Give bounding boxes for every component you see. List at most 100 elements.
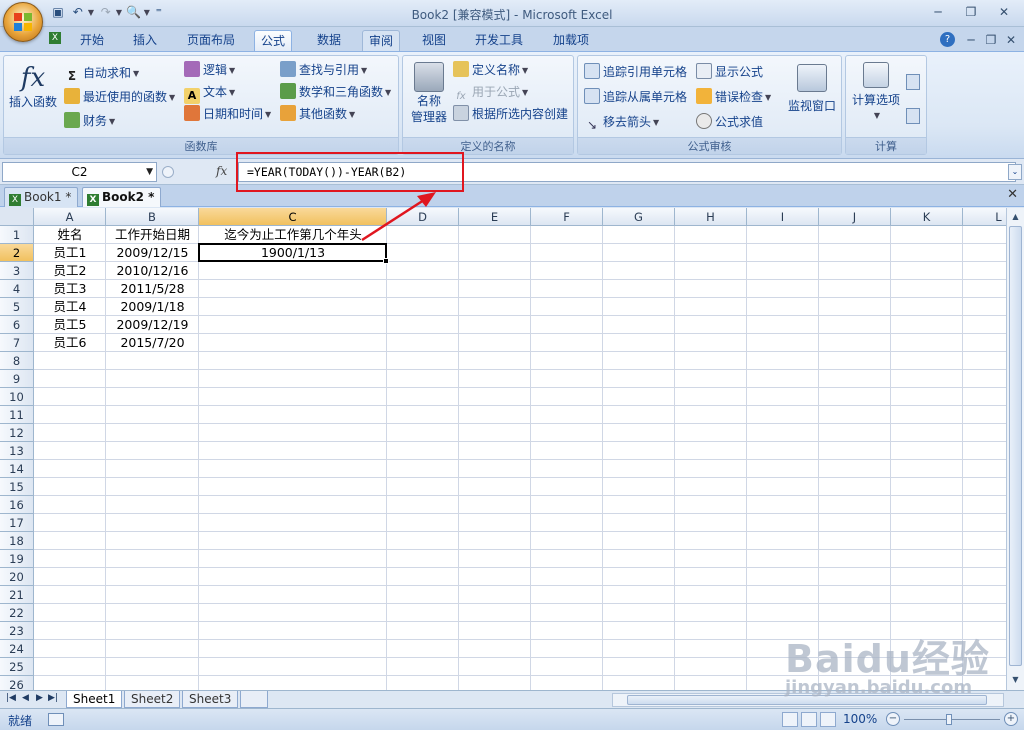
row-header-23[interactable]: 23 <box>0 622 34 640</box>
row-header-13[interactable]: 13 <box>0 442 34 460</box>
tab-view[interactable]: 视图 <box>416 30 452 51</box>
row-header-14[interactable]: 14 <box>0 460 34 478</box>
last-sheet-icon[interactable]: ▶| <box>48 693 58 703</box>
watch-window-button[interactable]: 监视窗口 <box>784 64 840 114</box>
column-header-h[interactable]: H <box>675 208 747 226</box>
recent-functions-button[interactable]: 最近使用的函数 ▼ <box>64 87 175 107</box>
cell-b3[interactable]: 2010/12/16 <box>106 262 199 280</box>
scroll-down-icon[interactable]: ▼ <box>1008 672 1023 687</box>
prev-sheet-icon[interactable]: ◀ <box>22 693 29 703</box>
cell-b5[interactable]: 2009/1/18 <box>106 298 199 316</box>
macro-record-icon[interactable] <box>48 713 64 726</box>
sheet-tab-sheet1[interactable]: Sheet1 <box>66 691 123 708</box>
datetime-button[interactable]: 日期和时间 ▼ <box>184 104 271 124</box>
cell-a2[interactable]: 员工1 <box>34 244 106 262</box>
wb-close-button[interactable]: ✕ <box>998 31 1024 49</box>
cell-a4[interactable]: 员工3 <box>34 280 106 298</box>
row-header-2[interactable]: 2 <box>0 244 34 262</box>
page-break-view-icon[interactable] <box>820 712 836 727</box>
row-header-16[interactable]: 16 <box>0 496 34 514</box>
restore-button[interactable]: ❐ <box>958 3 984 21</box>
row-header-24[interactable]: 24 <box>0 640 34 658</box>
row-header-18[interactable]: 18 <box>0 532 34 550</box>
column-header-b[interactable]: B <box>106 208 199 226</box>
row-header-20[interactable]: 20 <box>0 568 34 586</box>
page-layout-view-icon[interactable] <box>801 712 817 727</box>
insert-sheet-icon[interactable] <box>240 691 268 708</box>
header-cell-b1[interactable]: 工作开始日期 <box>106 226 199 244</box>
scroll-up-icon[interactable]: ▲ <box>1008 209 1023 224</box>
zoom-slider-thumb[interactable] <box>946 714 952 725</box>
cell-b7[interactable]: 2015/7/20 <box>106 334 199 352</box>
first-sheet-icon[interactable]: |◀ <box>6 693 16 703</box>
row-header-4[interactable]: 4 <box>0 280 34 298</box>
column-header-c[interactable]: C <box>199 208 387 226</box>
cell-b2[interactable]: 2009/12/15 <box>106 244 199 262</box>
expand-formula-icon[interactable]: ⌄ <box>1008 164 1022 180</box>
row-header-12[interactable]: 12 <box>0 424 34 442</box>
workbook-tab-book1[interactable]: X Book1 * <box>4 187 79 207</box>
vertical-scroll-thumb[interactable] <box>1009 226 1022 666</box>
row-header-7[interactable]: 7 <box>0 334 34 352</box>
tab-review[interactable]: 审阅 <box>362 30 401 51</box>
tab-home[interactable]: 开始 <box>74 30 110 51</box>
sheet-tab-sheet2[interactable]: Sheet2 <box>124 691 181 708</box>
row-header-9[interactable]: 9 <box>0 370 34 388</box>
use-in-formula-button[interactable]: fx 用于公式 ▼ <box>453 82 528 102</box>
column-header-a[interactable]: A <box>34 208 106 226</box>
row-header-19[interactable]: 19 <box>0 550 34 568</box>
text-button[interactable]: A 文本 ▼ <box>184 82 235 104</box>
math-trig-button[interactable]: 数学和三角函数 ▼ <box>280 82 391 102</box>
insert-function-icon[interactable]: fx <box>216 164 227 178</box>
name-box[interactable]: C2 ▼ <box>2 162 157 182</box>
row-header-15[interactable]: 15 <box>0 478 34 496</box>
lookup-button[interactable]: 查找与引用 ▼ <box>280 60 367 80</box>
create-from-selection-button[interactable]: 根据所选内容创建 <box>453 104 568 124</box>
zoom-level[interactable]: 100% <box>843 712 877 726</box>
insert-function-button[interactable]: fx 插入函数 <box>6 62 60 110</box>
trace-dependents-button[interactable]: 追踪从属单元格 <box>584 87 687 107</box>
column-header-f[interactable]: F <box>531 208 603 226</box>
more-functions-button[interactable]: 其他函数 ▼ <box>280 104 355 124</box>
zoom-out-icon[interactable]: − <box>886 712 900 726</box>
column-header-j[interactable]: J <box>819 208 891 226</box>
next-sheet-icon[interactable]: ▶ <box>36 693 43 703</box>
row-header-21[interactable]: 21 <box>0 586 34 604</box>
row-header-26[interactable]: 26 <box>0 676 34 690</box>
zoom-slider[interactable] <box>904 719 1000 720</box>
row-header-5[interactable]: 5 <box>0 298 34 316</box>
tab-data[interactable]: 数据 <box>311 30 347 51</box>
office-button[interactable] <box>3 2 43 42</box>
fill-handle[interactable] <box>383 258 389 264</box>
evaluate-formula-button[interactable]: 公式求值 <box>696 112 763 132</box>
tab-insert[interactable]: 插入 <box>127 30 163 51</box>
chevron-down-icon[interactable]: ▼ <box>146 163 153 181</box>
autosum-button[interactable]: Σ 自动求和 ▼ <box>64 63 139 83</box>
calculate-sheet-icon[interactable] <box>906 108 920 124</box>
column-header-k[interactable]: K <box>891 208 963 226</box>
row-header-6[interactable]: 6 <box>0 316 34 334</box>
row-header-22[interactable]: 22 <box>0 604 34 622</box>
calculation-options-button[interactable]: 计算选项 ▼ <box>848 62 904 124</box>
row-header-1[interactable]: 1 <box>0 226 34 244</box>
logical-button[interactable]: 逻辑 ▼ <box>184 60 235 80</box>
column-header-g[interactable]: G <box>603 208 675 226</box>
name-manager-button[interactable]: 名称 管理器 <box>407 62 451 125</box>
tab-developer[interactable]: 开发工具 <box>469 30 529 51</box>
row-header-11[interactable]: 11 <box>0 406 34 424</box>
row-header-25[interactable]: 25 <box>0 658 34 676</box>
row-header-17[interactable]: 17 <box>0 514 34 532</box>
financial-button[interactable]: 财务 ▼ <box>64 111 115 131</box>
zoom-in-icon[interactable]: + <box>1004 712 1018 726</box>
header-cell-a1[interactable]: 姓名 <box>34 226 106 244</box>
column-header-d[interactable]: D <box>387 208 459 226</box>
workbook-tab-book2[interactable]: X Book2 * <box>82 187 162 207</box>
tab-formulas[interactable]: 公式 <box>254 30 293 51</box>
show-formulas-button[interactable]: 显示公式 <box>696 62 763 82</box>
column-header-l[interactable]: L <box>963 208 1006 226</box>
close-button[interactable]: ✕ <box>991 3 1017 21</box>
error-checking-button[interactable]: 错误检查 ▼ <box>696 87 771 107</box>
column-header-i[interactable]: I <box>747 208 819 226</box>
cell-b4[interactable]: 2011/5/28 <box>106 280 199 298</box>
help-icon[interactable]: ? <box>940 32 955 47</box>
